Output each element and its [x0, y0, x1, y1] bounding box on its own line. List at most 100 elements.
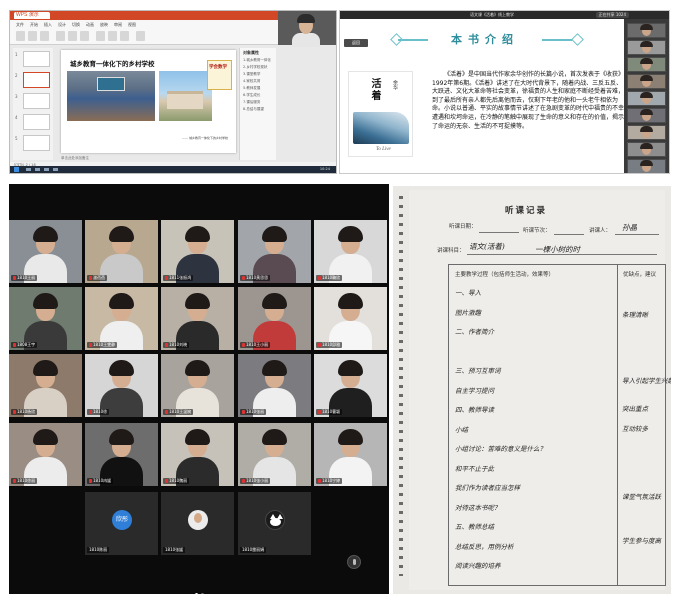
ppt-app-tab[interactable]: WPS 演示 — [14, 12, 50, 19]
microphone-icon[interactable] — [347, 555, 361, 569]
participant-video-tile[interactable]: 1810张丽 — [238, 354, 311, 417]
avatar: 欣彤 — [112, 510, 132, 530]
mic-muted-icon — [242, 276, 245, 280]
slide-thumbnail[interactable] — [23, 93, 50, 109]
participant-video-tile[interactable]: 1810黄思思 — [238, 220, 311, 283]
tray-clock[interactable]: 10:24 — [320, 166, 330, 173]
participant-video-tile[interactable]: 1810王雯静 — [85, 287, 158, 350]
participant-video-tile[interactable]: 1810宁婷 — [314, 423, 387, 486]
classroom-photo[interactable] — [67, 71, 155, 121]
taskbar-app-icon[interactable] — [53, 168, 58, 171]
slide-thumbnail-pane: 1 2 3 4 5 — [13, 48, 53, 160]
ppt-menu-file[interactable]: 文件 — [16, 22, 24, 28]
slide-thumbnail[interactable] — [23, 72, 50, 88]
page-dot[interactable] — [201, 593, 204, 594]
school-building-photo[interactable] — [159, 71, 212, 121]
slide-thumbnail[interactable] — [23, 114, 50, 130]
page-dots[interactable] — [195, 581, 207, 594]
participant-hair — [640, 160, 653, 166]
participant-video-tile[interactable]: 1808王宇 — [9, 287, 82, 350]
participant-video-tile[interactable]: 1810王丽 — [9, 220, 82, 283]
presenter-camera — [278, 11, 336, 47]
slide-canvas[interactable]: 城乡教育一体化下的乡村学校 学会数学 —— 城乡教育一体化下的乡村学校 — [61, 50, 236, 153]
participant-video-tile[interactable]: 1810张小丽 — [238, 423, 311, 486]
participant-video-tile[interactable]: 1810徐 — [85, 354, 158, 417]
gallery-tile[interactable] — [627, 125, 666, 140]
pane-item[interactable]: 6.学生成长 — [243, 93, 260, 98]
participant-name-text: 1810魏丽 — [169, 478, 188, 483]
gallery-tile[interactable] — [627, 142, 666, 157]
slide-thumbnail[interactable] — [23, 135, 50, 151]
participant-name: 1810张小丽 — [240, 478, 271, 484]
ppt-menu-slideshow[interactable]: 放映 — [100, 22, 108, 28]
audio-participant-tile[interactable]: 1810雷丽娟 — [238, 492, 311, 555]
pane-item[interactable]: 3.课堂教学 — [243, 72, 260, 77]
participant-name-text: 1810张丽 — [246, 409, 265, 414]
participant-name-text: 1810鞠欣 — [322, 275, 341, 280]
bold-icon[interactable] — [68, 31, 77, 41]
presentation-window: WPS 演示 文件 开始 插入 设计 切换 动画 放映 审阅 视图 1 2 3 … — [9, 10, 337, 174]
gallery-tile[interactable] — [627, 108, 666, 123]
participant-video-tile[interactable]: 1810邱雅 — [314, 287, 387, 350]
ppt-menu-animation[interactable]: 动画 — [86, 22, 94, 28]
taskbar-app-icon[interactable] — [44, 168, 49, 171]
pane-item[interactable]: 2.乡村学校现状 — [243, 65, 267, 70]
gallery-tile[interactable] — [627, 57, 666, 72]
ppt-menu-transition[interactable]: 切换 — [72, 22, 80, 28]
back-button[interactable]: 返回 — [344, 39, 368, 47]
ppt-menu-design[interactable]: 设计 — [58, 22, 66, 28]
new-slide-icon[interactable] — [28, 31, 37, 41]
picture-icon[interactable] — [120, 31, 129, 41]
start-icon[interactable] — [14, 167, 19, 172]
book-image[interactable]: 学会数学 — [207, 60, 232, 90]
shape-icon[interactable] — [108, 31, 117, 41]
gallery-tile[interactable] — [627, 40, 666, 55]
participant-video-tile[interactable]: 1810曹颖 — [314, 354, 387, 417]
participant-video-tile[interactable]: 1811张振鸿 — [161, 220, 234, 283]
slide-thumbnail[interactable] — [23, 51, 50, 67]
pane-item[interactable]: 8.总结与展望 — [243, 107, 264, 112]
ppt-menu-review[interactable]: 审阅 — [114, 22, 122, 28]
participant-video-tile[interactable]: 1810冉媛 — [85, 423, 158, 486]
font-icon[interactable] — [56, 31, 65, 41]
audio-participant-tile[interactable]: 欣彤 1810陈丽 — [85, 492, 158, 555]
gallery-tile[interactable] — [627, 159, 666, 173]
merit-header: 优缺点，建议 — [623, 272, 657, 278]
ppt-menu-view[interactable]: 视图 — [128, 22, 136, 28]
participant-video-tile[interactable]: 1810王小丽 — [238, 287, 311, 350]
pane-item[interactable]: 7.课后服务 — [243, 100, 260, 105]
participant-video-tile[interactable]: 1810王温婉 — [161, 354, 234, 417]
share-status-badge[interactable]: 正在共享 1024 — [595, 12, 629, 18]
participant-video-tile[interactable]: 潘蓓蓓 — [85, 220, 158, 283]
participant-name: 1810张丽 — [240, 409, 267, 415]
gallery-tile[interactable] — [627, 23, 666, 38]
participant-name: 1810张媛 — [163, 547, 186, 553]
participant-video-tile[interactable]: 1810徐丽 — [9, 423, 82, 486]
ppt-menu-home[interactable]: 开始 — [30, 22, 38, 28]
subject-value: 语文(活着) — [469, 242, 505, 251]
paste-icon[interactable] — [16, 31, 25, 41]
pane-item[interactable]: 4.家校共育 — [243, 79, 260, 84]
page-dot-active[interactable] — [195, 593, 198, 594]
date-label: 听课日期： — [449, 224, 477, 230]
slide-title[interactable]: 城乡教育一体化下的乡村学校 — [70, 58, 155, 68]
participant-video-tile[interactable]: 1810鞠欣 — [314, 220, 387, 283]
pane-item[interactable]: 5.教师发展 — [243, 86, 260, 91]
italic-icon[interactable] — [80, 31, 89, 41]
layout-icon[interactable] — [40, 31, 49, 41]
taskbar-app-icon[interactable] — [26, 168, 31, 171]
ppt-menu-insert[interactable]: 插入 — [44, 22, 52, 28]
find-icon[interactable] — [136, 31, 145, 41]
participant-video-tile[interactable]: 1810刘晓 — [161, 287, 234, 350]
taskbar-app-icon[interactable] — [35, 168, 40, 171]
gallery-tile[interactable] — [627, 74, 666, 89]
align-icon[interactable] — [96, 31, 105, 41]
gallery-tile[interactable] — [627, 91, 666, 106]
audio-participant-tile[interactable]: 1810张媛 — [161, 492, 234, 555]
participant-video-tile[interactable]: 1810魏丽 — [161, 423, 234, 486]
participant-hair — [640, 126, 653, 132]
participant-video-tile[interactable]: 1810杨欣 — [9, 354, 82, 417]
properties-pane-title: 对象属性 — [243, 50, 259, 55]
pane-item[interactable]: 1.城乡教育一体化 — [243, 58, 271, 63]
merit-line: 导入引起学生兴趣 — [622, 377, 671, 385]
